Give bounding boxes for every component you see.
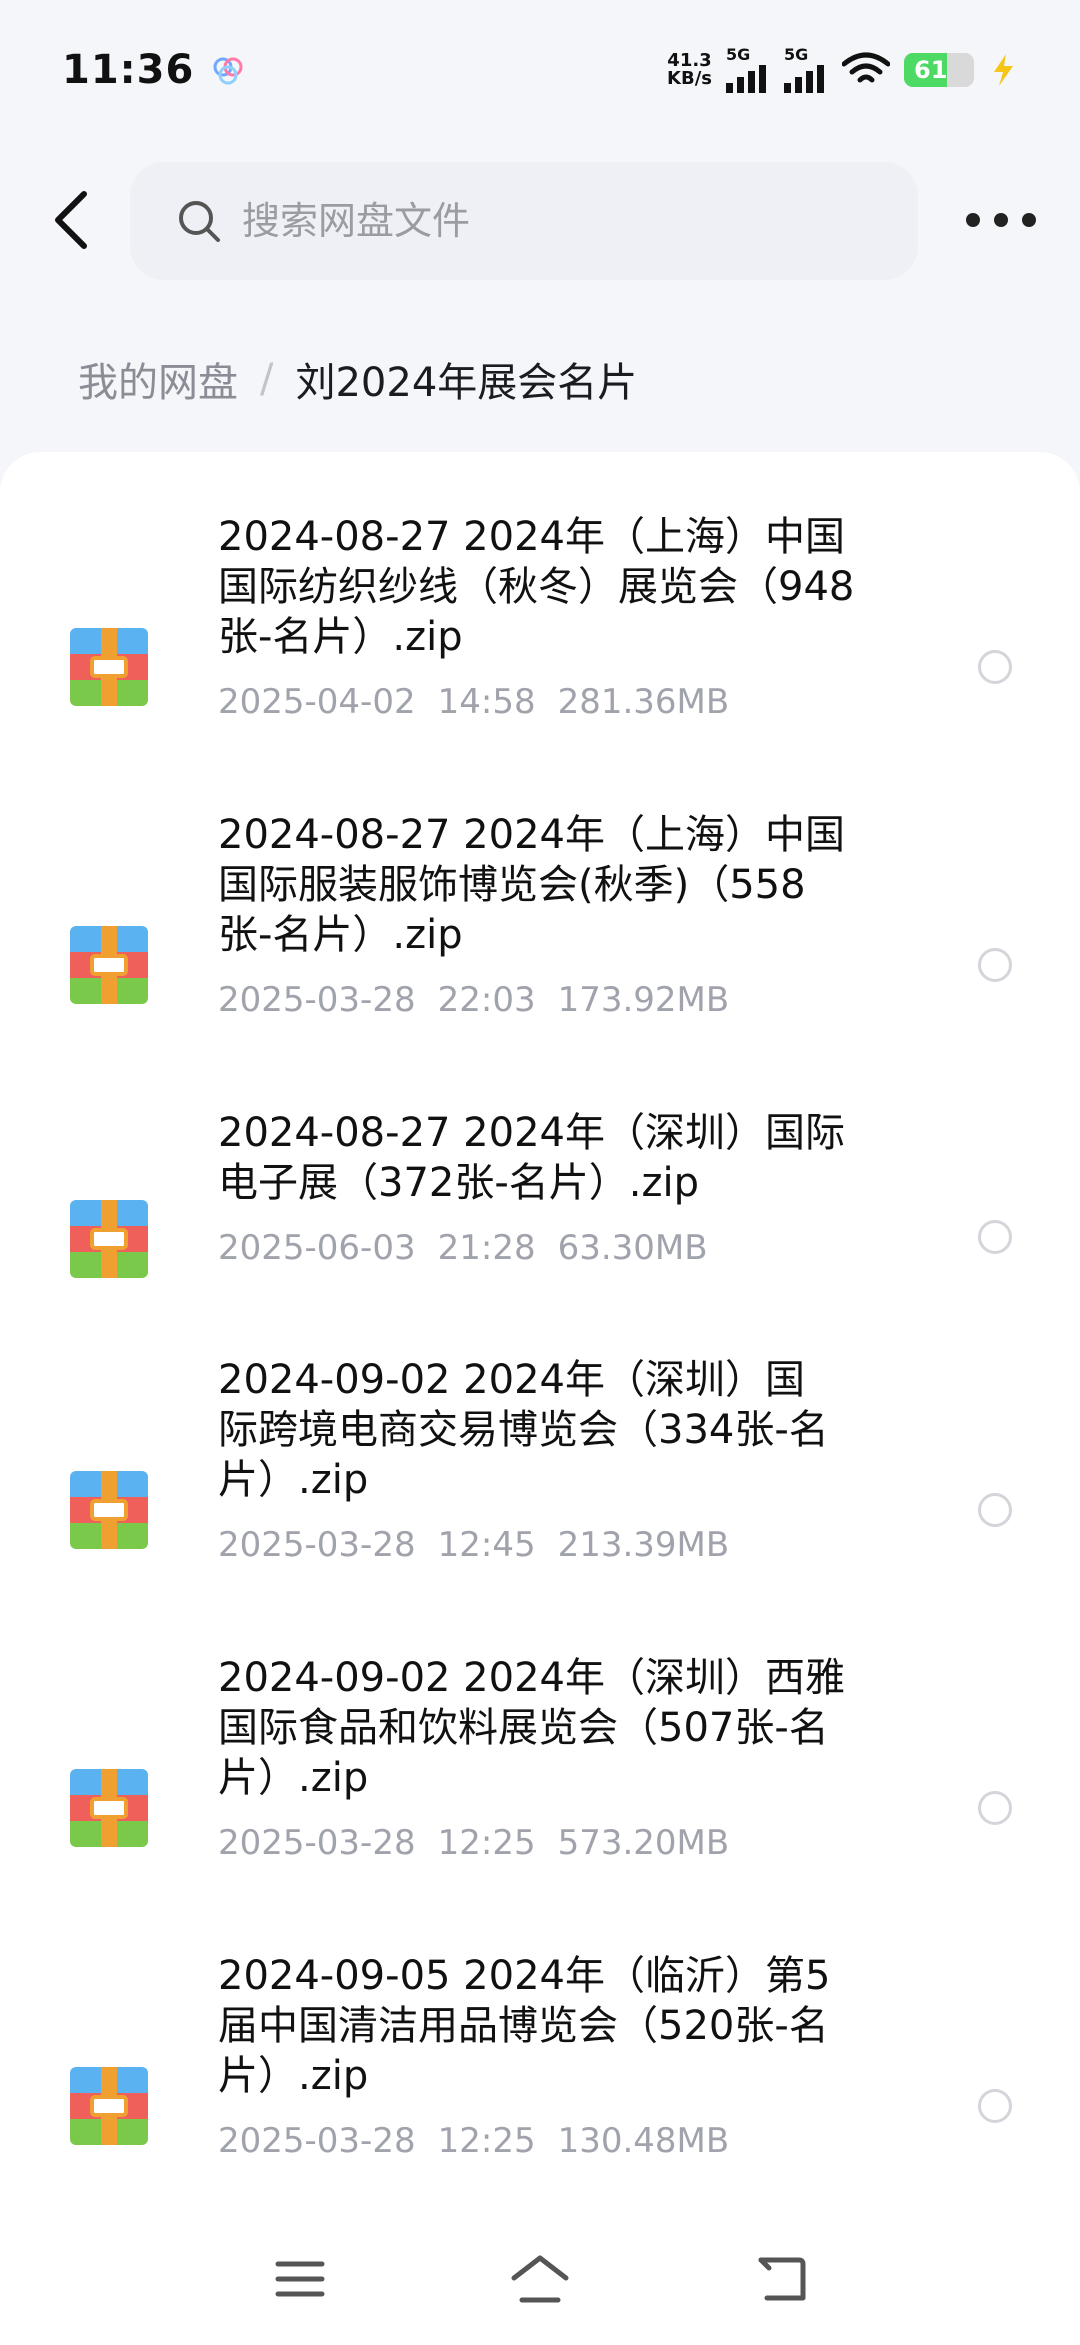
network-speed: 41.3 KB/s: [667, 50, 712, 89]
search-box[interactable]: [130, 162, 918, 280]
file-row[interactable]: 2024-08-27 2024年（深圳）国际 电子展（372张-名片）.zip …: [0, 1108, 1080, 1318]
dot: [994, 213, 1008, 227]
file-name: 2024-09-02 2024年（深圳）国 际跨境电商交易博览会（334张-名 …: [218, 1357, 829, 1503]
breadcrumb-separator: /: [260, 356, 274, 402]
file-name: 2024-09-05 2024年（临沂）第5 届中国清洁用品博览会（520张-名…: [218, 1953, 831, 2099]
dot: [966, 213, 980, 227]
file-list: 2024-08-27 2024年（上海）中国 国际纺织纱线（秋冬）展览会（948…: [0, 452, 1080, 2212]
status-bar: 11:36 41.3 KB/s 5G 5G 61: [0, 0, 1080, 140]
signal-bars-icon: [784, 65, 824, 93]
menu-button[interactable]: [265, 2244, 335, 2314]
battery-indicator: 61: [904, 53, 974, 87]
search-input[interactable]: [242, 199, 842, 243]
file-name: 2024-08-27 2024年（上海）中国 国际服装服饰博览会(秋季)（558…: [218, 812, 845, 958]
top-bar: [0, 160, 1080, 280]
home-button[interactable]: [505, 2244, 575, 2314]
select-radio[interactable]: [978, 1791, 1012, 1825]
file-meta: 2025-03-28 12:45 213.39MB: [218, 1525, 730, 1565]
status-time: 11:36: [62, 47, 195, 93]
file-row[interactable]: 2024-09-05 2024年（临沂）第5 届中国清洁用品博览会（520张-名…: [0, 1951, 1080, 2211]
file-meta: 2025-03-28 12:25 130.48MB: [218, 2121, 730, 2161]
select-radio[interactable]: [978, 948, 1012, 982]
chevron-left-icon: [55, 191, 87, 249]
breadcrumb: 我的网盘 / 刘2024年展会名片: [78, 350, 637, 408]
back-nav-button[interactable]: [745, 2244, 815, 2314]
file-meta: 2025-04-02 14:58 281.36MB: [218, 682, 730, 722]
select-radio[interactable]: [978, 1493, 1012, 1527]
screen: 11:36 41.3 KB/s 5G 5G 61 搜索网盘文件 我的网盘 / 刘…: [0, 0, 1080, 2345]
search-icon: [179, 201, 220, 242]
select-radio[interactable]: [978, 650, 1012, 684]
file-name: 2024-08-27 2024年（深圳）国际 电子展（372张-名片）.zip: [218, 1110, 845, 1206]
zip-file-icon: [70, 1200, 148, 1278]
file-name: 2024-09-02 2024年（深圳）西雅 国际食品和饮料展览会（507张-名…: [218, 1655, 845, 1801]
signal-1: 5G: [726, 47, 770, 93]
cloud-app-icon: [210, 52, 246, 88]
file-meta: 2025-03-28 22:03 173.92MB: [218, 980, 730, 1020]
zip-file-icon: [70, 926, 148, 1004]
system-nav-bar: [0, 2212, 1080, 2345]
file-meta: 2025-06-03 21:28 63.30MB: [218, 1228, 708, 1268]
file-row[interactable]: 2024-08-27 2024年（上海）中国 国际服装服饰博览会(秋季)（558…: [0, 810, 1080, 1070]
file-meta: 2025-03-28 12:25 573.20MB: [218, 1823, 730, 1863]
select-radio[interactable]: [978, 1220, 1012, 1254]
dot: [1022, 213, 1036, 227]
zip-file-icon: [70, 1471, 148, 1549]
file-row[interactable]: 2024-09-02 2024年（深圳）国 际跨境电商交易博览会（334张-名 …: [0, 1355, 1080, 1615]
zip-file-icon: [70, 2067, 148, 2145]
breadcrumb-root[interactable]: 我的网盘: [78, 350, 238, 408]
zip-file-icon: [70, 1769, 148, 1847]
menu-icon: [275, 2261, 325, 2296]
breadcrumb-current: 刘2024年展会名片: [295, 360, 638, 406]
signal-2: 5G: [784, 47, 828, 93]
back-button[interactable]: [40, 188, 100, 252]
more-options-button[interactable]: [966, 200, 1036, 240]
file-row[interactable]: 2024-08-27 2024年（上海）中国 国际纺织纱线（秋冬）展览会（948…: [0, 512, 1080, 772]
home-icon: [511, 2255, 569, 2302]
file-row[interactable]: 2024-09-02 2024年（深圳）西雅 国际食品和饮料展览会（507张-名…: [0, 1653, 1080, 1913]
status-icons: 41.3 KB/s 5G 5G 61: [667, 47, 1018, 93]
wifi-icon: [842, 52, 890, 83]
back-arrow-icon: [758, 2257, 806, 2300]
file-name: 2024-08-27 2024年（上海）中国 国际纺织纱线（秋冬）展览会（948…: [218, 514, 855, 660]
signal-bars-icon: [726, 65, 766, 93]
charging-bolt-icon: [994, 54, 1013, 86]
select-radio[interactable]: [978, 2089, 1012, 2123]
zip-file-icon: [70, 628, 148, 706]
